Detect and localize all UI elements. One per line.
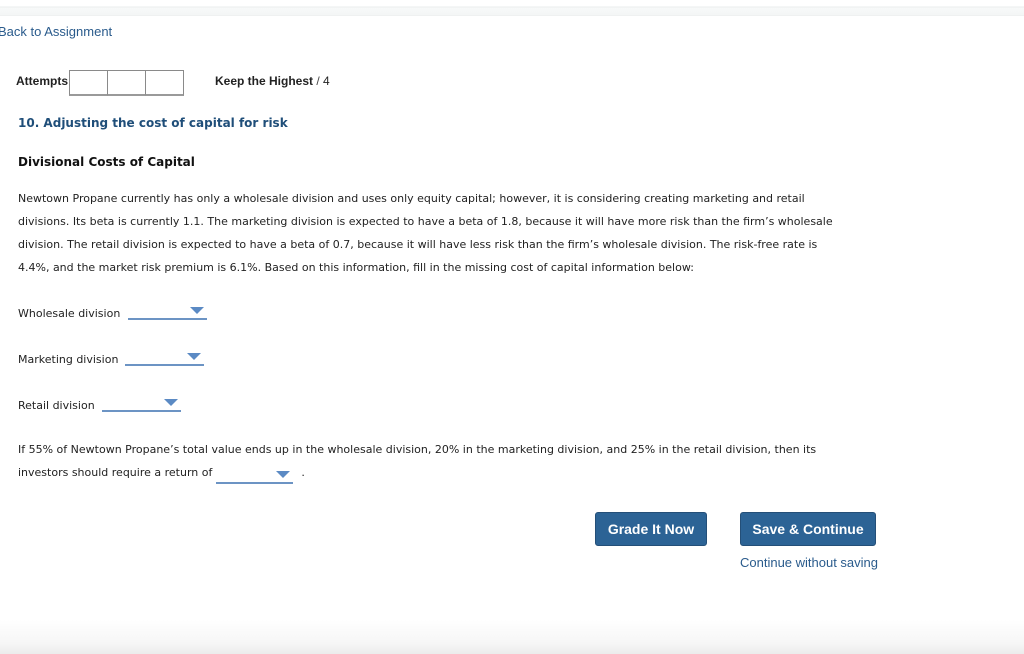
dropdown-arrow-icon bbox=[190, 307, 205, 314]
attempt-box-1 bbox=[69, 70, 108, 96]
marketing-division-row: Marketing division bbox=[18, 350, 205, 366]
weighted-return-question: If 55% of Newtown Propane’s total value … bbox=[18, 438, 888, 484]
retail-division-label: Retail division bbox=[18, 399, 95, 412]
dropdown-arrow-icon bbox=[187, 353, 202, 360]
continue-without-saving-link[interactable]: Continue without saving bbox=[738, 555, 880, 570]
problem-statement: Newtown Propane currently has only a who… bbox=[18, 187, 888, 279]
policy-separator: / bbox=[313, 74, 324, 88]
weighted-return-answer-row: investors should require a return of . bbox=[18, 461, 888, 484]
retail-division-row: Retail division bbox=[18, 396, 181, 412]
required-return-dropdown[interactable] bbox=[216, 468, 294, 484]
problem-line: 4.4%, and the market risk premium is 6.1… bbox=[18, 261, 694, 274]
question-title: 10. Adjusting the cost of capital for ri… bbox=[18, 116, 288, 130]
top-toolbar-band bbox=[0, 0, 1024, 16]
marketing-division-label: Marketing division bbox=[18, 353, 119, 366]
attempt-boxes bbox=[69, 70, 184, 96]
wholesale-division-row: Wholesale division bbox=[18, 304, 208, 320]
back-to-assignment-link[interactable]: Back to Assignment bbox=[0, 24, 112, 39]
dropdown-arrow-icon bbox=[163, 399, 178, 406]
assignment-page: Back to Assignment Attempts Keep the Hig… bbox=[0, 0, 1024, 654]
wholesale-division-label: Wholesale division bbox=[18, 307, 121, 320]
problem-line: divisions. Its beta is currently 1.1. Th… bbox=[18, 215, 833, 228]
attempt-box-2 bbox=[107, 70, 146, 96]
grading-policy-label: Keep the Highest bbox=[215, 74, 314, 88]
problem-line: Newtown Propane currently has only a who… bbox=[18, 192, 805, 205]
marketing-division-dropdown[interactable] bbox=[125, 350, 205, 366]
grade-it-now-button[interactable]: Grade It Now bbox=[595, 512, 707, 546]
weighted-return-line: If 55% of Newtown Propane’s total value … bbox=[18, 443, 817, 456]
grading-policy: Keep the Highest / 4 bbox=[215, 74, 330, 88]
wholesale-division-dropdown[interactable] bbox=[128, 304, 208, 320]
attempt-box-3 bbox=[145, 70, 184, 96]
attempts-label: Attempts bbox=[16, 74, 69, 88]
weighted-return-prefix: investors should require a return of bbox=[18, 466, 213, 479]
bottom-shadow-band bbox=[0, 620, 1024, 654]
section-title: Divisional Costs of Capital bbox=[18, 155, 195, 169]
save-and-continue-button[interactable]: Save & Continue bbox=[740, 512, 876, 546]
dropdown-arrow-icon bbox=[276, 471, 291, 478]
problem-line: division. The retail division is expecte… bbox=[18, 238, 818, 251]
retail-division-dropdown[interactable] bbox=[101, 396, 181, 412]
max-attempts: 4 bbox=[323, 74, 330, 88]
sentence-period: . bbox=[301, 466, 305, 479]
